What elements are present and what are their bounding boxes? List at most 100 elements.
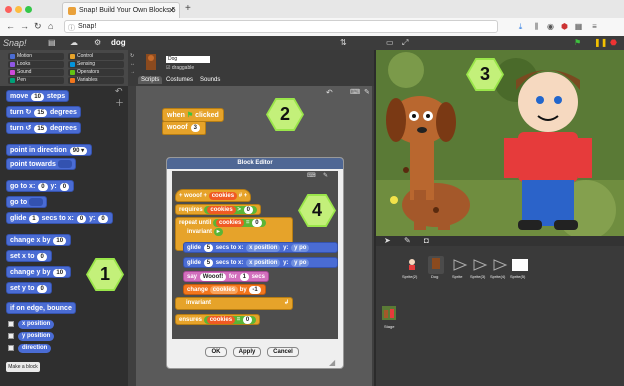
glide-block-2[interactable]: glide 5 secs to x: x position y: y po [183,257,338,268]
slot[interactable]: 5 [203,259,214,267]
close-window-button[interactable] [5,6,12,13]
dropdown-slot[interactable] [29,198,44,207]
wooof-block[interactable]: wooof 3 [162,121,206,135]
extension-icon[interactable]: ▦ [574,22,583,31]
apply-button[interactable]: Apply [233,347,261,357]
cancel-button[interactable]: Cancel [267,347,299,357]
add-icon[interactable]: ＋ [115,96,124,109]
paintbrush-icon[interactable]: ✎ [404,236,411,245]
back-icon[interactable]: ← [6,21,15,31]
menu-icon[interactable]: ≡ [590,22,599,31]
glide-block[interactable]: glide 5 secs to x: x position y: y po [183,242,338,253]
slot[interactable]: 0 [37,253,47,261]
tab-sounds[interactable]: Sounds [200,77,220,83]
keyboard-icon[interactable]: ⌨ [350,88,360,96]
tab-costumes[interactable]: Costumes [166,77,193,83]
cloud-icon[interactable]: ☁ [70,38,78,47]
slot[interactable]: 1 [29,215,39,223]
category-variables[interactable]: Variables [68,77,124,84]
when-flag-clicked-hat[interactable]: when ⚑ clicked [162,108,224,122]
y-position-reporter[interactable]: y po [291,244,310,252]
category-sound[interactable]: Sound [8,69,64,76]
pencil-icon[interactable]: ✎ [323,172,328,179]
slot[interactable]: 5 [203,244,214,252]
change-y-block[interactable]: change y by 10 [6,266,72,278]
greater-than-reporter[interactable]: cookies > 0 [204,206,257,214]
sync-icon[interactable]: ◉ [546,22,555,31]
url-bar[interactable]: ⓘ Snap! [64,20,498,33]
y-position-reporter[interactable]: y position [18,332,55,341]
slot[interactable]: 0 [37,285,47,293]
cookies-var[interactable]: cookies [209,286,239,294]
set-x-block[interactable]: set x to 0 [6,250,52,262]
category-motion[interactable]: Motion [8,53,64,60]
slot[interactable]: 0 [38,183,48,191]
move-block[interactable]: move 10 steps [6,90,70,102]
equals-reporter[interactable]: cookies = 0 [203,316,257,324]
bounce-block[interactable]: if on edge, bounce [6,302,76,314]
cookies-param[interactable]: cookies [208,192,238,200]
invariant-slot[interactable]: ▸ [213,228,223,236]
x-position-reporter[interactable]: x position [18,320,55,329]
stage-size-icon[interactable]: ▭ [386,38,394,47]
category-sensing[interactable]: Sensing [68,61,124,68]
undo-drop-icon[interactable]: ↶ [326,88,333,97]
turtle-icon[interactable]: ➤ [384,236,391,245]
slot[interactable]: 10 [53,237,67,245]
new-tab-button[interactable]: + [185,3,191,14]
set-y-block[interactable]: set y to 0 [6,282,52,294]
sprite-thumbnail[interactable] [492,258,508,272]
slot[interactable]: 3 [190,124,200,132]
snap-logo[interactable]: Snap! [3,38,27,48]
y-position-checkbox[interactable] [8,333,14,339]
no-rotate-icon[interactable]: → [130,69,135,75]
glide-block[interactable]: glide 1 secs to x: 0 y: 0 [6,212,113,224]
slot[interactable]: 15 [34,109,48,117]
prototype-hat[interactable]: + wooof + cookies # + [175,189,252,202]
rotation-lr-icon[interactable]: ↔ [130,61,135,67]
x-position-reporter[interactable]: x position [246,244,281,252]
sprite-thumbnail-selected[interactable] [428,256,444,274]
slot[interactable]: -1 [249,286,261,294]
slot[interactable]: 0 [98,215,108,223]
ensures-block[interactable]: ensures cookies = 0 [175,314,261,325]
turn-ccw-block[interactable]: turn ↺ 15 degrees [6,122,81,134]
goto-xy-block[interactable]: go to x: 0 y: 0 [6,180,75,192]
draggable-checkbox[interactable]: ☑ draggable [166,65,194,71]
maximize-window-button[interactable] [25,6,32,13]
category-pen[interactable]: Pen [8,77,64,84]
direction-reporter[interactable]: direction [18,344,52,353]
slot[interactable]: 15 [34,125,48,133]
library-icon[interactable]: ⫼ [532,22,541,31]
category-looks[interactable]: Looks [8,61,64,68]
browser-tab[interactable]: Snap! Build Your Own Blocks 5 ✕ [62,2,180,18]
reload-icon[interactable]: ↻ [34,21,42,32]
x-position-reporter[interactable]: x position [246,259,281,267]
sprite-thumbnail[interactable] [472,258,488,272]
say-block[interactable]: say Wooof! for 1 secs [183,271,269,282]
equals-reporter[interactable]: cookies = 0 [213,219,266,227]
change-var-block[interactable]: change cookies by -1 [183,284,266,295]
y-position-reporter[interactable]: y po [291,259,310,267]
slot[interactable]: 10 [53,269,67,277]
direction-checkbox[interactable] [8,345,14,351]
make-block-button[interactable]: Make a block [6,362,40,372]
ok-button[interactable]: OK [205,347,227,357]
pencil-icon[interactable]: ✎ [364,88,370,96]
turn-cw-block[interactable]: turn ↻ 15 degrees [6,106,81,118]
green-flag-icon[interactable]: ⚑ [574,38,581,47]
stage-thumbnail[interactable] [382,306,396,320]
rotation-style-icon[interactable]: ↻ [130,53,134,59]
slot[interactable]: 0 [59,183,70,191]
resize-handle-icon[interactable]: ◢ [329,358,335,367]
sprite-thumbnail[interactable] [512,259,528,271]
slot[interactable]: 0 [242,316,253,324]
sprite-thumbnail[interactable] [452,258,468,272]
shield-icon[interactable]: ⬢ [560,22,569,31]
slot[interactable]: 0 [243,206,253,214]
file-icon[interactable]: ▤ [48,38,56,47]
camera-icon[interactable]: ◘ [424,236,429,245]
stop-icon[interactable]: ⬣ [610,38,617,47]
fullscreen-icon[interactable]: ⤢ [402,38,408,48]
download-icon[interactable]: ⤓ [516,22,525,31]
